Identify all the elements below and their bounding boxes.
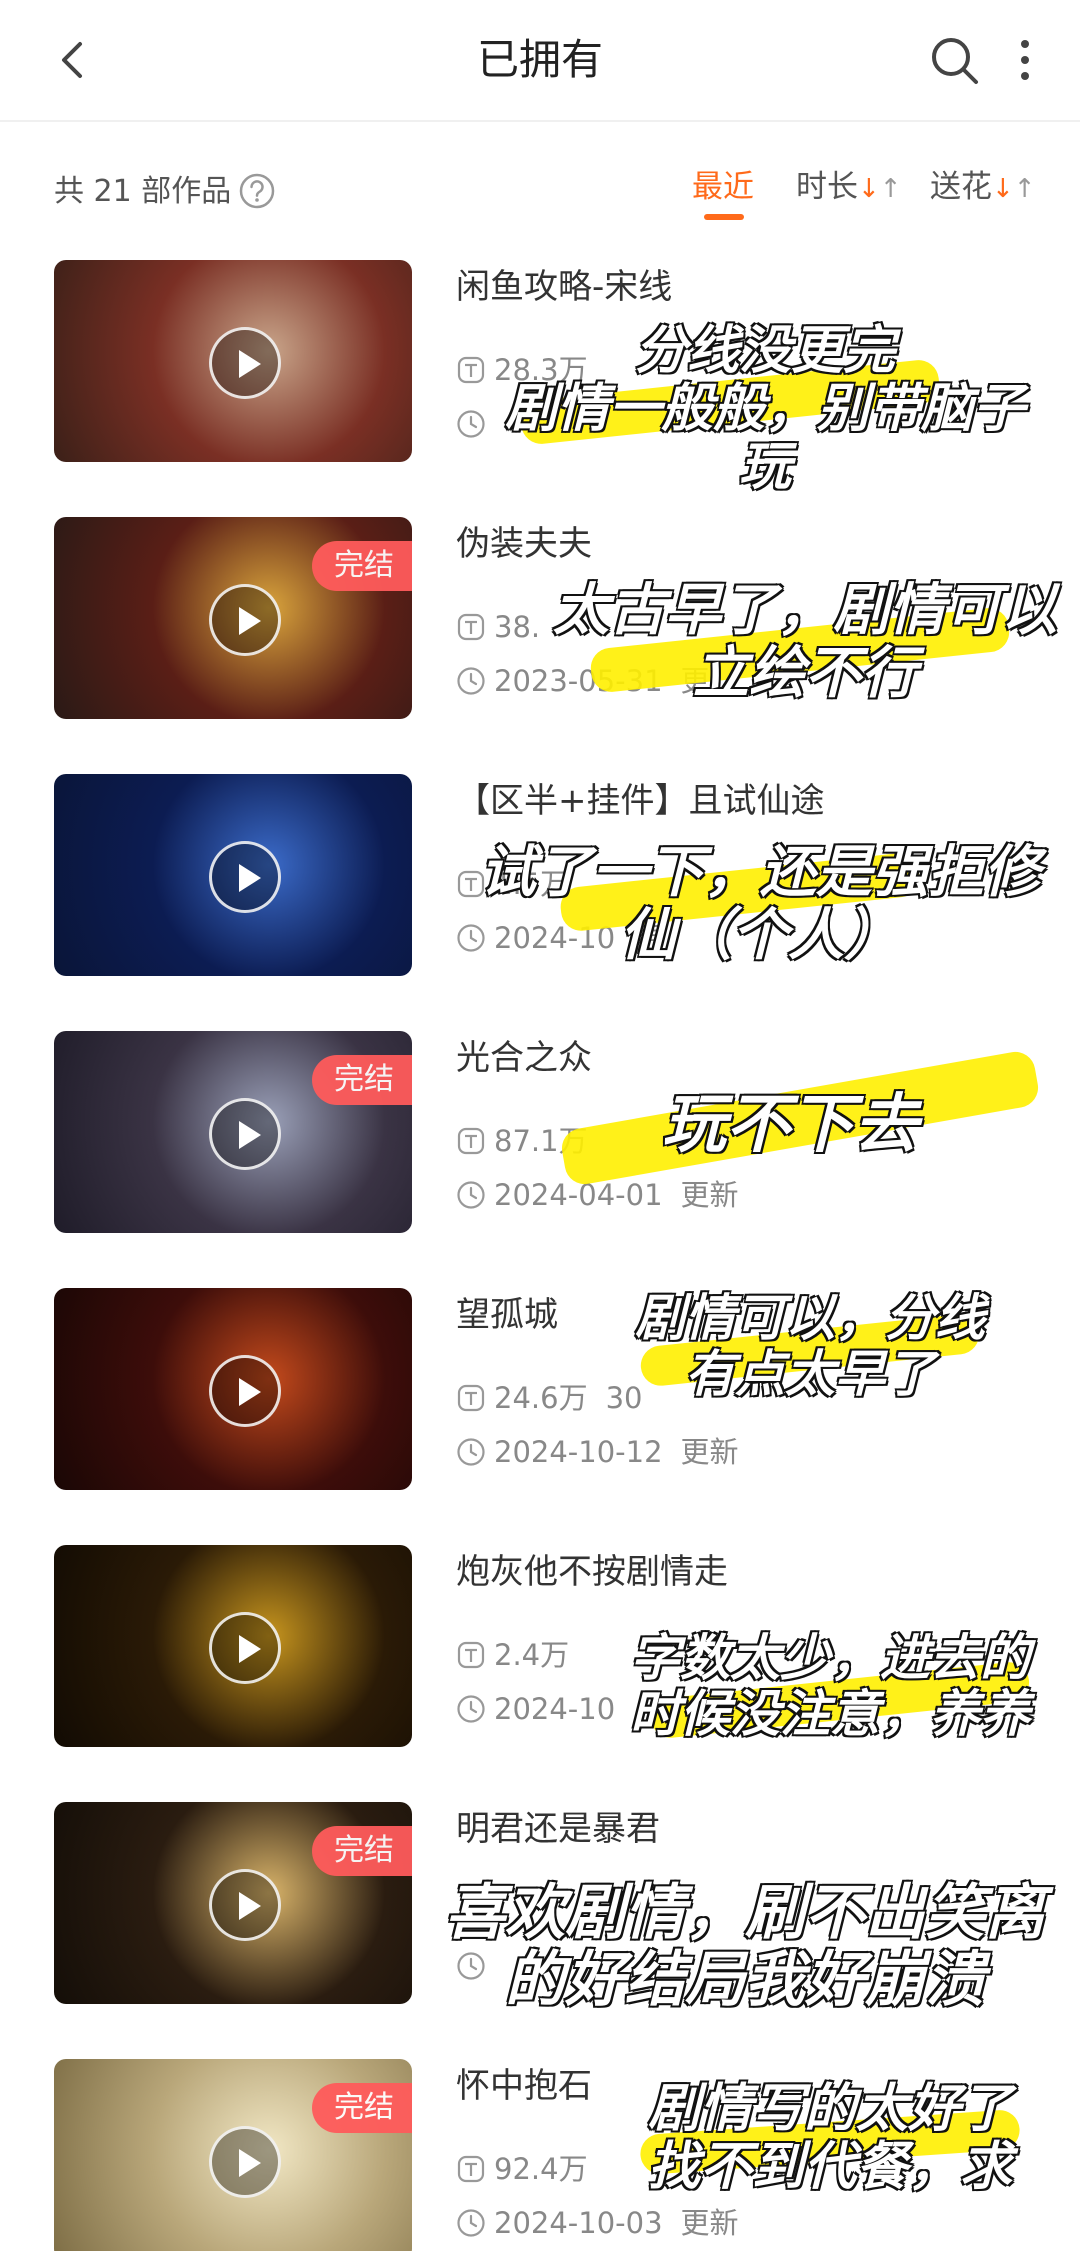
word-count-icon bbox=[457, 1641, 485, 1669]
caption-line: 分线没更完 bbox=[634, 321, 896, 381]
cover-image[interactable] bbox=[54, 1288, 412, 1490]
sort-arrows-icon: ↓↑ bbox=[992, 174, 1036, 204]
work-title[interactable]: 闲鱼攻略-宋线 bbox=[456, 264, 672, 310]
update-date: 2024-10-03 bbox=[494, 2206, 663, 2240]
caption-overlay: 剧情可以，分线 有点太早了 bbox=[620, 1289, 1000, 1403]
clock-icon bbox=[457, 1181, 485, 1209]
caption-line: 的好结局我好崩溃 bbox=[504, 1945, 986, 2016]
clock-icon bbox=[457, 667, 485, 695]
cover-image[interactable] bbox=[54, 1545, 412, 1747]
caption-line: 有点太早了 bbox=[684, 1345, 936, 1403]
update-info: 2024-10 bbox=[456, 1689, 615, 1729]
cover-image[interactable] bbox=[54, 260, 412, 462]
word-count-value: 92.4万 bbox=[494, 2152, 588, 2186]
sort-recent-tab[interactable]: 最近 bbox=[692, 166, 754, 208]
sort-duration-label: 时长 bbox=[796, 169, 858, 205]
caption-line: 时候没注意，养养 bbox=[629, 1685, 1031, 1743]
work-title[interactable]: 望孤城 bbox=[456, 1292, 558, 1338]
caption-line: 剧情写的太好了 bbox=[647, 2079, 1013, 2139]
work-title[interactable]: 怀中抱石 bbox=[456, 2063, 592, 2109]
status-badge: 完结 bbox=[312, 2083, 412, 2133]
word-count-icon bbox=[457, 1127, 485, 1155]
play-icon[interactable] bbox=[209, 1869, 281, 1941]
caption-overlay: 剧情写的太好了 找不到代餐，求 bbox=[620, 2079, 1040, 2198]
sort-duration-tab[interactable]: 时长↓↑ bbox=[796, 166, 902, 210]
word-count: 2.4万 bbox=[456, 1635, 569, 1675]
work-title[interactable]: 伪装夫夫 bbox=[456, 521, 592, 567]
cover-image[interactable]: 完结 bbox=[54, 2059, 412, 2251]
sort-flowers-label: 送花 bbox=[930, 169, 992, 205]
caption-overlay: 喜欢剧情，刷不出笑离 的好结局我好崩溃 bbox=[410, 1878, 1080, 2016]
cover-image[interactable]: 完结 bbox=[54, 1802, 412, 2004]
caption-line: 太古早了，剧情可以 bbox=[552, 578, 1058, 643]
play-icon[interactable] bbox=[209, 2126, 281, 2198]
clock-icon bbox=[457, 2209, 485, 2237]
caption-overlay: 太古早了，剧情可以 立绘不行 bbox=[530, 578, 1080, 706]
work-title[interactable]: 光合之众 bbox=[456, 1035, 592, 1081]
cover-image[interactable]: 完结 bbox=[54, 1031, 412, 1233]
caption-line: 喜欢剧情，刷不出笑离 bbox=[444, 1878, 1046, 1948]
update-info: 2024-10-12 更新 bbox=[456, 1432, 739, 1472]
caption-line: 剧情一般般，别带脑子 bbox=[504, 379, 1026, 440]
caption-line: 玩 bbox=[738, 437, 792, 498]
word-count: 24.6万 30 bbox=[456, 1378, 642, 1418]
cover-image[interactable]: 完结 bbox=[54, 517, 412, 719]
caption-overlay: 试了一下，还是强拒修 仙（个人） bbox=[450, 840, 1070, 968]
word-count-icon bbox=[457, 2155, 485, 2183]
play-icon[interactable] bbox=[209, 327, 281, 399]
word-count-icon bbox=[457, 1384, 485, 1412]
question-circle-icon[interactable] bbox=[238, 172, 276, 210]
play-icon[interactable] bbox=[209, 584, 281, 656]
caption-line: 玩不下去 bbox=[661, 1088, 919, 1162]
status-badge: 完结 bbox=[312, 1055, 412, 1105]
search-button[interactable] bbox=[924, 30, 984, 90]
work-title[interactable]: 【区半+挂件】且试仙途 bbox=[456, 778, 825, 824]
word-count-value: 24.6万 bbox=[494, 1381, 588, 1415]
caption-overlay: 字数太少，进去的 时候没注意，养养 bbox=[610, 1629, 1050, 1743]
more-button[interactable] bbox=[1000, 30, 1050, 90]
clock-icon bbox=[457, 1438, 485, 1466]
play-icon[interactable] bbox=[209, 1612, 281, 1684]
play-icon[interactable] bbox=[209, 1355, 281, 1427]
search-icon bbox=[932, 38, 978, 84]
sort-flowers-tab[interactable]: 送花↓↑ bbox=[930, 166, 1036, 210]
works-count: 共 21 部作品 bbox=[54, 174, 232, 209]
active-tab-indicator bbox=[704, 214, 744, 220]
caption-line: 试了一下，还是强拒修 bbox=[479, 840, 1041, 905]
sort-arrows-icon: ↓↑ bbox=[858, 174, 902, 204]
update-date: 2024-10-12 bbox=[494, 1435, 663, 1469]
caption-line: 立绘不行 bbox=[692, 640, 918, 706]
play-icon[interactable] bbox=[209, 841, 281, 913]
page-title: 已拥有 bbox=[476, 35, 603, 84]
update-label: 更新 bbox=[680, 2206, 739, 2240]
clock-icon bbox=[457, 1695, 485, 1723]
top-bar: 已拥有 bbox=[0, 0, 1080, 122]
update-label: 更新 bbox=[680, 1178, 739, 1212]
word-count: 92.4万 bbox=[456, 2149, 588, 2189]
caption-overlay: 玩不下去 bbox=[640, 1088, 940, 1162]
play-icon[interactable] bbox=[209, 1098, 281, 1170]
cover-image[interactable] bbox=[54, 774, 412, 976]
status-badge: 完结 bbox=[312, 1826, 412, 1876]
word-count-icon bbox=[457, 613, 485, 641]
caption-line: 字数太少，进去的 bbox=[629, 1629, 1031, 1687]
update-info: 2024-10-03 更新 bbox=[456, 2203, 739, 2243]
caption-line: 剧情可以，分线 bbox=[634, 1289, 986, 1347]
status-badge: 完结 bbox=[312, 541, 412, 591]
work-title[interactable]: 明君还是暴君 bbox=[456, 1806, 660, 1852]
list-toolbar: 共 21 部作品 最近 时长↓↑ 送花↓↑ bbox=[0, 150, 1080, 240]
caption-line: 仙（个人） bbox=[619, 902, 901, 968]
word-count: 38. bbox=[456, 607, 540, 647]
update-date: 2024-10 bbox=[494, 1692, 616, 1726]
update-label: 更新 bbox=[680, 1435, 739, 1469]
caption-overlay: 分线没更完 剧情一般般，别带脑子玩 bbox=[470, 321, 1060, 498]
word-count-value: 2.4万 bbox=[494, 1638, 570, 1672]
work-title[interactable]: 炮灰他不按剧情走 bbox=[456, 1549, 728, 1595]
more-vertical-icon bbox=[1021, 40, 1029, 80]
caption-line: 找不到代餐，求 bbox=[647, 2137, 1013, 2198]
